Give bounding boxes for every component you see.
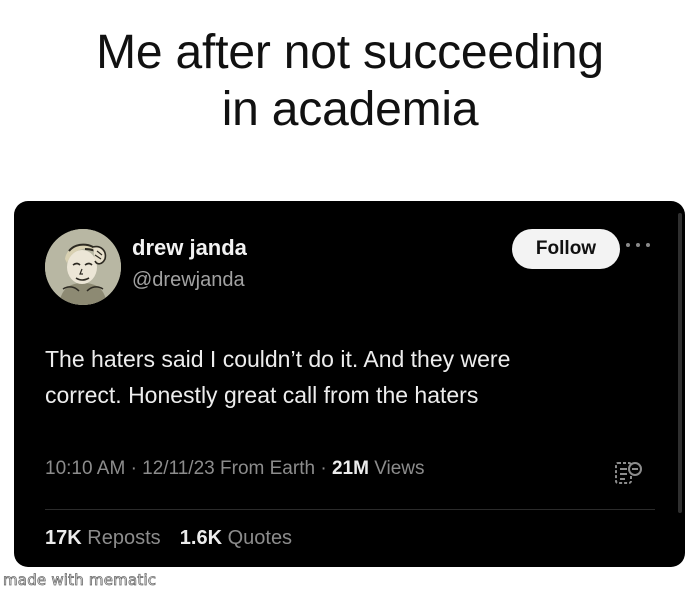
tweet-meta: 10:10 AM · 12/11/23 From Earth · 21M Vie… (45, 458, 425, 480)
user-handle[interactable]: @drewjanda (132, 269, 245, 292)
engagement-stats: 17K Reposts 1.6K Quotes (45, 527, 292, 550)
tweet-time[interactable]: 10:10 AM (45, 458, 125, 479)
quotes-label[interactable]: Quotes (228, 527, 292, 549)
divider (45, 509, 655, 510)
views-count: 21M (331, 458, 369, 479)
tweet-text-line-1: The haters said I couldn’t do it. And th… (45, 346, 511, 372)
display-name[interactable]: drew janda (132, 235, 247, 261)
caption-line-1: Me after not succeeding (96, 26, 604, 79)
meme-caption: Me after not succeeding in academia (0, 24, 700, 138)
tweet-source: From Earth (220, 458, 316, 479)
more-options-icon[interactable] (626, 241, 650, 249)
illustrated-face-avatar-icon (45, 229, 121, 305)
avatar[interactable] (45, 229, 121, 305)
reposts-count[interactable]: 17K (45, 527, 82, 549)
post-analytics-icon[interactable] (612, 457, 644, 489)
follow-button[interactable]: Follow (512, 229, 620, 269)
tweet-date[interactable]: 12/11/23 (142, 458, 215, 479)
tweet-text: The haters said I couldn’t do it. And th… (45, 341, 645, 413)
tweet-card: drew janda @drewjanda Follow The haters … (14, 201, 685, 567)
reposts-label[interactable]: Reposts (87, 527, 160, 549)
tweet-text-line-2: correct. Honestly great call from the ha… (45, 382, 479, 408)
quotes-count[interactable]: 1.6K (180, 527, 222, 549)
separator-dot: · (320, 458, 332, 479)
mematic-watermark: made with mematic (3, 571, 157, 590)
separator-dot: · (130, 458, 143, 479)
scrollbar[interactable] (678, 213, 682, 513)
caption-line-2: in academia (221, 83, 479, 136)
views-label: Views (374, 458, 425, 479)
